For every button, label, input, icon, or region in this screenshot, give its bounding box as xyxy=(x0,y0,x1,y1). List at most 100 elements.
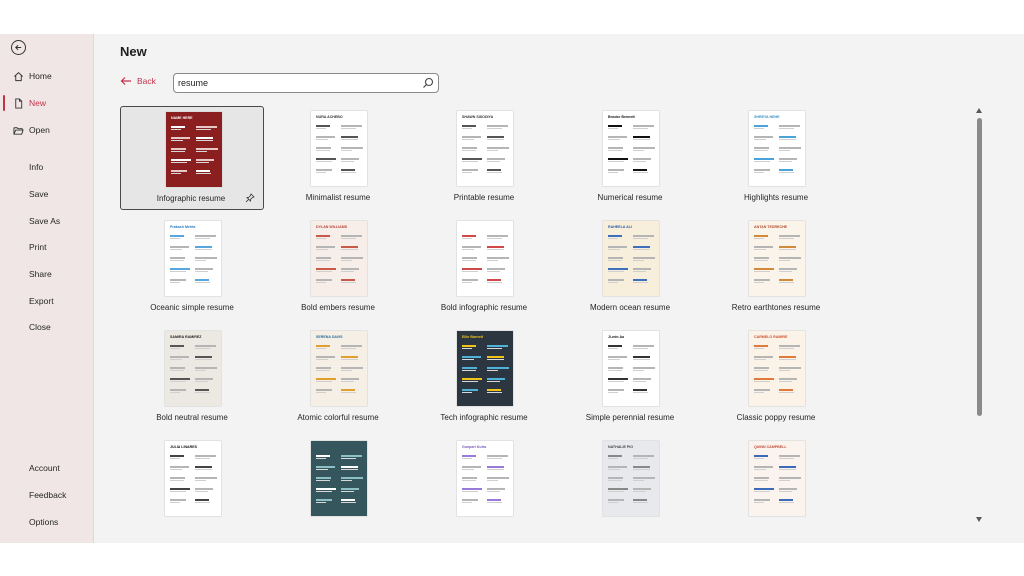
template-card[interactable]: Brooke Bennett Numerical resume xyxy=(558,106,702,210)
thumbnail-text-line xyxy=(487,150,498,151)
sidebar-item-new[interactable]: New xyxy=(0,91,94,115)
template-thumbnail: QUINN CAMPBELL xyxy=(749,441,805,516)
thumbnail-text-line xyxy=(633,389,647,391)
thumbnail-text-line xyxy=(341,172,356,173)
thumbnail-text-line xyxy=(195,345,216,347)
thumbnail-text-line xyxy=(462,158,482,160)
sidebar-item-share[interactable]: Share xyxy=(0,262,94,286)
thumbnail-text-line xyxy=(462,499,478,501)
thumbnail-text-line xyxy=(487,345,508,347)
template-card[interactable]: Ji-min Ao Simple perennial resume xyxy=(558,326,702,430)
thumbnail-text-line xyxy=(633,378,651,380)
thumbnail-text-line xyxy=(170,466,189,468)
thumbnail-text-line xyxy=(608,249,620,250)
template-card[interactable]: CARMELO RAMIRE Classic poppy resume xyxy=(704,326,848,430)
thumbnail-text-line xyxy=(316,359,328,360)
template-card[interactable]: NURA ACHEBO Minimalist resume xyxy=(266,106,410,210)
thumbnail-text-line xyxy=(316,367,331,369)
back-link[interactable]: Back xyxy=(120,76,156,86)
sidebar-item-print[interactable]: Print xyxy=(0,235,94,259)
template-card[interactable]: SAMIRA RAMIREZ Bold neutral resume xyxy=(120,326,264,430)
scrollbar-thumb[interactable] xyxy=(977,118,982,416)
thumbnail-text-line xyxy=(341,128,356,129)
scroll-down-arrow-icon[interactable] xyxy=(976,517,982,522)
thumbnail-text-line xyxy=(196,137,213,139)
sidebar-item-feedback[interactable]: Feedback xyxy=(0,483,94,507)
thumbnail-text-line xyxy=(633,128,648,129)
sidebar-item-export[interactable]: Export xyxy=(0,289,94,313)
pin-icon[interactable] xyxy=(245,193,255,203)
template-label: Retro earthtones resume xyxy=(731,303,821,312)
thumbnail-text-line xyxy=(341,359,358,360)
thumbnail-text-line xyxy=(462,392,472,393)
thumbnail-text-line xyxy=(487,271,500,272)
template-card[interactable]: SHAWN SISODIYA Printable resume xyxy=(412,106,556,210)
thumbnail-text-line xyxy=(754,455,768,457)
thumbnail-text-line xyxy=(633,147,655,149)
sidebar-item-label: Home xyxy=(29,71,52,81)
sidebar-item-save-as[interactable]: Save As xyxy=(0,209,94,233)
template-card[interactable]: NAME HERE Infographic resume xyxy=(120,106,264,210)
template-card[interactable]: DYLAN WILLIAMS Bold embers resume xyxy=(266,216,410,320)
thumbnail-text-line xyxy=(195,271,208,272)
sidebar-item-info[interactable]: Info xyxy=(0,155,94,179)
thumbnail-text-line xyxy=(754,125,768,127)
thumbnail-text-line xyxy=(754,279,770,281)
thumbnail-text-line xyxy=(487,502,502,503)
template-card[interactable]: QUINN CAMPBELL xyxy=(704,436,848,518)
template-card[interactable]: SHREYA NEHE Highlights resume xyxy=(704,106,848,210)
thumbnail-text-line xyxy=(462,477,477,479)
template-card[interactable]: RAHEELA ALI Modern ocean resume xyxy=(558,216,702,320)
thumbnail-text-line xyxy=(633,488,651,490)
thumbnail-text-line xyxy=(316,128,326,129)
thumbnail-text-line xyxy=(195,367,217,369)
thumbnail-text-line xyxy=(170,282,180,283)
gallery-scrollbar[interactable] xyxy=(974,106,984,522)
thumbnail-text-line xyxy=(462,172,472,173)
sidebar-item-label: Print xyxy=(29,242,47,252)
sidebar-item-close[interactable]: Close xyxy=(0,315,94,339)
template-card[interactable]: Gunpari Kutra xyxy=(412,436,556,518)
thumbnail-text-line xyxy=(754,128,764,129)
thumbnail-text-line xyxy=(487,356,504,358)
thumbnail-text-line xyxy=(341,158,359,160)
thumbnail-text-line xyxy=(462,370,476,371)
thumbnail-text-line xyxy=(487,161,500,162)
sidebar-item-open[interactable]: Open xyxy=(0,118,94,142)
sidebar-item-account[interactable]: Account xyxy=(0,456,94,480)
thumbnail-text-line xyxy=(316,271,332,272)
sidebar-item-options[interactable]: Options xyxy=(0,510,94,534)
search-input[interactable] xyxy=(178,76,418,90)
template-card[interactable]: NATHALIE PIO xyxy=(558,436,702,518)
thumbnail-text-line xyxy=(171,173,181,174)
template-thumbnail: ANTAN TEDRECHE xyxy=(749,221,805,296)
template-card[interactable]: ANTAN TEDRECHE Retro earthtones resume xyxy=(704,216,848,320)
thumbnail-text-line xyxy=(195,477,217,479)
thumbnail-text-line xyxy=(316,477,331,479)
thumbnail-text-line xyxy=(462,502,472,503)
template-card[interactable]: Bold infographic resume xyxy=(412,216,556,320)
sidebar-item-home[interactable]: Home xyxy=(0,64,94,88)
thumbnail-text-line xyxy=(608,169,624,171)
thumbnail-text-line xyxy=(170,455,184,457)
thumbnail-text-line xyxy=(754,161,770,162)
template-card[interactable]: Ellie Barnett Tech infographic resume xyxy=(412,326,556,430)
thumbnail-text-line xyxy=(779,345,800,347)
thumbnail-text-line xyxy=(779,268,797,270)
template-thumbnail xyxy=(457,221,513,296)
template-card[interactable]: Prakash Mehta Oceanic simple resume xyxy=(120,216,264,320)
back-arrow-icon[interactable] xyxy=(11,40,26,55)
template-search-box[interactable] xyxy=(173,73,439,93)
search-icon[interactable] xyxy=(422,77,434,89)
template-label: Simple perennial resume xyxy=(585,413,675,422)
template-card[interactable] xyxy=(266,436,410,518)
thumbnail-text-line xyxy=(196,126,217,128)
sidebar-item-save[interactable]: Save xyxy=(0,182,94,206)
template-card[interactable]: SERENA DAVIS Atomic colorful resume xyxy=(266,326,410,430)
scroll-up-arrow-icon[interactable] xyxy=(976,108,982,113)
thumbnail-text-line xyxy=(608,469,620,470)
template-card[interactable]: JULIA LINARES xyxy=(120,436,264,518)
thumbnail-text-line xyxy=(462,136,481,138)
thumbnail-text-line xyxy=(779,249,796,250)
thumbnail-text-line xyxy=(316,392,326,393)
